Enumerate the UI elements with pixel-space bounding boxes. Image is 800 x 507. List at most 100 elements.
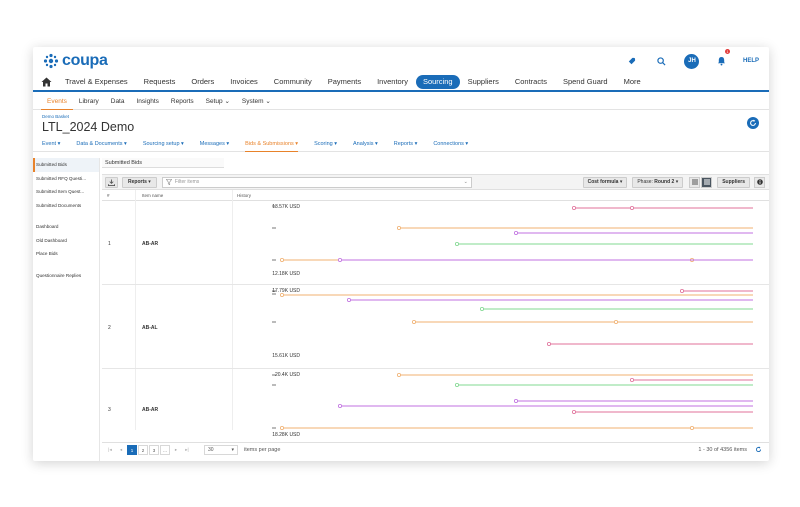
tab-data-documents[interactable]: Data & Documents ▾: [76, 139, 126, 152]
bid-history-point[interactable]: [630, 377, 635, 382]
nav-inventory[interactable]: Inventory: [369, 75, 416, 89]
bid-history-timelines: [272, 205, 753, 430]
info-icon: [756, 179, 763, 185]
tab-event[interactable]: Event ▾: [42, 139, 60, 152]
bid-history-point[interactable]: [614, 320, 619, 325]
bid-history-point[interactable]: [513, 230, 518, 235]
bid-history-point[interactable]: [479, 307, 484, 312]
filter-items-input[interactable]: Filter items ⌄: [161, 176, 472, 188]
bid-history-point[interactable]: [396, 372, 401, 377]
nav-suppliers[interactable]: Suppliers: [460, 75, 507, 89]
bid-history-point[interactable]: [690, 425, 695, 430]
column-header-item-name[interactable]: Item name: [142, 193, 163, 198]
tab-scoring[interactable]: Scoring ▾: [314, 139, 337, 152]
bid-history-point[interactable]: [337, 258, 342, 263]
bid-history-point[interactable]: [411, 320, 416, 325]
top-bar: coupa JH 1 HELP: [33, 47, 769, 74]
nav-payments[interactable]: Payments: [320, 75, 369, 89]
nav-sourcing[interactable]: Sourcing: [415, 75, 460, 89]
cost-formula-label: Cost formula: [587, 178, 619, 185]
coupa-logo[interactable]: coupa: [42, 52, 108, 70]
search-icon[interactable]: [651, 51, 673, 71]
refresh-event-button[interactable]: [747, 117, 759, 129]
home-icon[interactable]: [41, 77, 57, 87]
bid-history-point[interactable]: [546, 341, 551, 346]
page-button-1[interactable]: 1: [127, 445, 137, 455]
subnav-events[interactable]: Events: [41, 94, 73, 110]
export-icon: [108, 178, 115, 186]
subnav-system[interactable]: System ⌄: [236, 94, 277, 110]
phase-dropdown[interactable]: Phase: Round 2 ▾: [632, 176, 684, 188]
prev-page-icon[interactable]: ◂: [116, 445, 126, 455]
reports-dropdown[interactable]: Reports ▾: [122, 176, 157, 188]
nav-more[interactable]: More: [616, 75, 649, 89]
tab-sourcing-setup[interactable]: Sourcing setup ▾: [143, 139, 184, 152]
suppliers-button[interactable]: Suppliers: [717, 176, 750, 188]
pagination-bar: |◂ ◂ 1 2 3 ... ▸ ▸| 30 ▾ items per page 1…: [102, 442, 769, 457]
subnav-reports[interactable]: Reports: [165, 94, 200, 110]
tab-bids-submissions[interactable]: Bids & Submissions ▾: [245, 139, 299, 152]
list-view-toggle[interactable]: [689, 176, 701, 188]
tab-analysis[interactable]: Analysis ▾: [353, 139, 378, 152]
nav-community[interactable]: Community: [266, 75, 320, 89]
sidebar-item-old-dashboard[interactable]: Old Dashboard: [33, 234, 99, 248]
nav-invoices[interactable]: Invoices: [222, 75, 266, 89]
bid-history-point[interactable]: [513, 398, 518, 403]
sidebar-item-submitted-bids[interactable]: Submitted Bids: [33, 158, 99, 172]
bid-history-point[interactable]: [279, 425, 284, 430]
last-page-icon[interactable]: ▸|: [182, 445, 192, 455]
nav-orders[interactable]: Orders: [183, 75, 222, 89]
bid-history-point[interactable]: [454, 382, 459, 387]
chevron-down-icon: ▾: [148, 178, 151, 185]
help-link[interactable]: HELP: [743, 58, 759, 64]
sidebar-item-place-bids[interactable]: Place Bids: [33, 247, 99, 261]
items-per-page-select[interactable]: 30 ▾: [204, 445, 238, 455]
nav-travel-expenses[interactable]: Travel & Expenses: [57, 75, 136, 89]
breadcrumb[interactable]: Demo Basket: [42, 114, 69, 119]
nav-spend-guard[interactable]: Spend Guard: [555, 75, 616, 89]
bid-history-point[interactable]: [279, 293, 284, 298]
bid-history-point[interactable]: [346, 298, 351, 303]
page-button-3[interactable]: 3: [149, 445, 159, 455]
export-button[interactable]: [105, 176, 118, 188]
rocket-icon[interactable]: [621, 51, 643, 71]
nav-contracts[interactable]: Contracts: [507, 75, 555, 89]
bid-history-point[interactable]: [571, 409, 576, 414]
column-header-index[interactable]: #: [107, 193, 110, 198]
tab-reports[interactable]: Reports ▾: [394, 139, 418, 152]
page-title: LTL_2024 Demo: [42, 120, 135, 134]
subnav-setup[interactable]: Setup ⌄: [200, 94, 236, 110]
detail-view-toggle[interactable]: [701, 176, 713, 188]
subnav-insights[interactable]: Insights: [130, 94, 164, 110]
subnav-data[interactable]: Data: [105, 94, 131, 110]
bid-history-point[interactable]: [680, 289, 685, 294]
sidebar-item-submitted-rfq-questions[interactable]: Submitted RFQ Questi...: [33, 172, 99, 186]
bid-history-point[interactable]: [571, 206, 576, 211]
info-button[interactable]: [754, 176, 765, 188]
next-page-icon[interactable]: ▸: [171, 445, 181, 455]
content-tab-submitted-bids[interactable]: Submitted Bids: [102, 158, 224, 168]
sidebar-item-questionnaire-replies[interactable]: Questionnaire Replies: [33, 269, 99, 283]
notifications-bell-icon[interactable]: 1: [711, 49, 733, 71]
subnav-library[interactable]: Library: [73, 94, 105, 110]
items-count: 1 - 30 of 4356 items: [698, 447, 747, 453]
sidebar-item-submitted-documents[interactable]: Submitted Documents: [33, 199, 99, 213]
bid-history-point[interactable]: [279, 258, 284, 263]
column-header-history[interactable]: History: [237, 193, 251, 198]
sidebar-item-submitted-item-questions[interactable]: Submitted Item Quest...: [33, 185, 99, 199]
nav-requests[interactable]: Requests: [136, 75, 184, 89]
refresh-list-icon[interactable]: [755, 446, 762, 455]
tab-messages[interactable]: Messages ▾: [200, 139, 229, 152]
bid-history-point[interactable]: [454, 242, 459, 247]
page-button-2[interactable]: 2: [138, 445, 148, 455]
sidebar-item-dashboard[interactable]: Dashboard: [33, 220, 99, 234]
cost-formula-dropdown[interactable]: Cost formula ▾: [582, 176, 628, 188]
user-avatar[interactable]: JH: [681, 51, 703, 71]
first-page-icon[interactable]: |◂: [105, 445, 115, 455]
bid-history-point[interactable]: [396, 225, 401, 230]
tab-connections[interactable]: Connections ▾: [433, 139, 468, 152]
page-button-more[interactable]: ...: [160, 445, 170, 455]
bid-history-point[interactable]: [630, 206, 635, 211]
bid-history-point[interactable]: [337, 403, 342, 408]
